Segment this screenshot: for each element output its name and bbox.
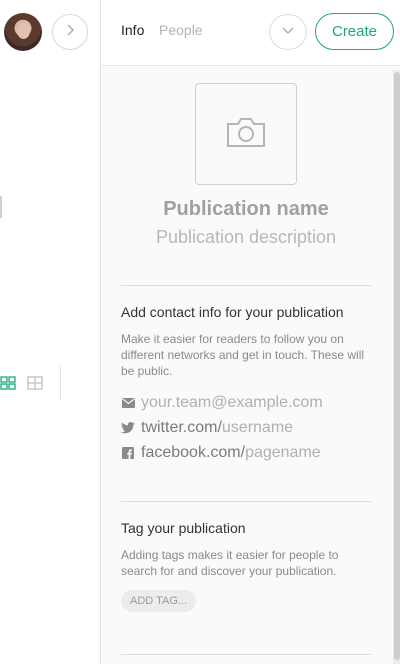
- create-button[interactable]: Create: [315, 13, 394, 50]
- chevron-right-icon: [63, 23, 77, 42]
- contact-section-description: Make it easier for readers to follow you…: [121, 332, 365, 378]
- facebook-placeholder: pagename: [245, 444, 321, 461]
- email-field[interactable]: your.team@example.com: [121, 392, 323, 414]
- grid-view-icon[interactable]: [0, 375, 16, 391]
- publication-name-field[interactable]: Publication name: [101, 198, 391, 221]
- twitter-prefix: twitter.com/: [141, 419, 222, 436]
- tab-people[interactable]: People: [159, 22, 203, 38]
- list-view-icon[interactable]: [27, 375, 43, 391]
- background-canvas: [0, 0, 100, 664]
- tag-section-title: Tag your publication: [121, 520, 246, 536]
- text-cursor-mark: [0, 196, 2, 218]
- twitter-icon: [121, 421, 135, 435]
- section-divider: [121, 654, 371, 655]
- publication-panel: Info People Create Publication name Publ…: [100, 0, 400, 664]
- add-tag-button[interactable]: ADD TAG...: [121, 590, 197, 612]
- twitter-field[interactable]: twitter.com/username: [121, 417, 293, 439]
- logo-upload[interactable]: [195, 83, 297, 185]
- twitter-placeholder: username: [221, 419, 294, 436]
- avatar-face: [17, 23, 30, 39]
- camera-icon: [225, 115, 267, 154]
- email-placeholder: your.team@example.com: [141, 394, 323, 411]
- facebook-icon: [121, 446, 135, 460]
- section-divider: [121, 285, 371, 286]
- chevron-down-icon: [281, 23, 295, 42]
- tab-info[interactable]: Info: [121, 22, 144, 38]
- facebook-field[interactable]: facebook.com/pagename: [121, 442, 321, 464]
- scrollbar-thumb[interactable]: [394, 72, 400, 660]
- email-icon: [121, 396, 135, 410]
- publication-description-field[interactable]: Publication description: [101, 227, 391, 248]
- section-divider: [121, 501, 371, 502]
- toolbar-divider: [60, 366, 61, 400]
- options-dropdown-button[interactable]: [269, 14, 307, 50]
- facebook-prefix: facebook.com/: [141, 444, 246, 461]
- avatar[interactable]: [4, 13, 42, 51]
- panel-header: Info People Create: [101, 0, 400, 66]
- next-button[interactable]: [52, 14, 88, 50]
- contact-section-title: Add contact info for your publication: [121, 304, 344, 320]
- tag-section-description: Adding tags makes it easier for people t…: [121, 548, 339, 578]
